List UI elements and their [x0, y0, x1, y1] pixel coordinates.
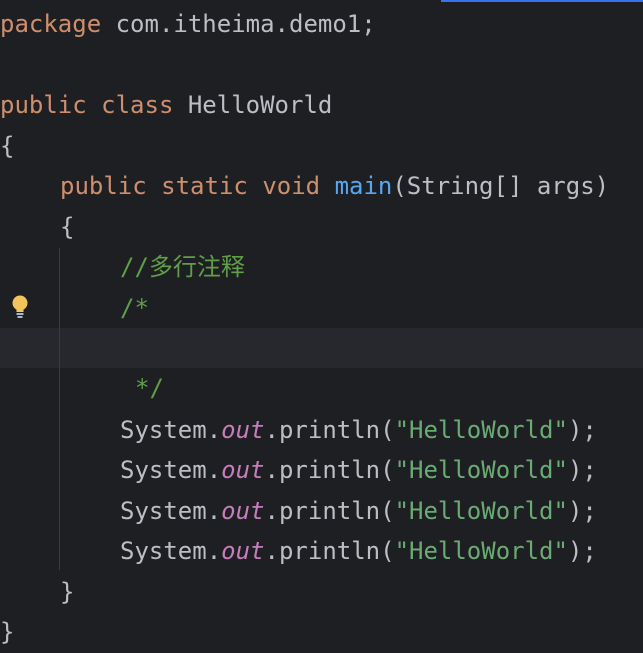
- out-field: out: [221, 416, 265, 444]
- code-line-method-close-brace[interactable]: }: [60, 572, 74, 612]
- keyword-public: public: [60, 172, 147, 200]
- println-call: .println(: [264, 456, 395, 484]
- statement-end: );: [567, 456, 597, 484]
- code-line-main-signature[interactable]: public static void main(String[] args): [60, 166, 609, 206]
- code-line-block-comment-start[interactable]: /*: [120, 288, 149, 328]
- string-literal: "HelloWorld": [394, 416, 568, 444]
- brace: {: [0, 132, 15, 160]
- method-params: (String[] args): [392, 172, 610, 200]
- system-class: System.: [120, 537, 222, 565]
- code-line-class-open-brace[interactable]: {: [0, 126, 14, 166]
- statement-end: );: [567, 416, 597, 444]
- keyword-static: static: [161, 172, 248, 200]
- code-line-println[interactable]: System.out.println("HelloWorld");: [120, 491, 597, 531]
- code-line-single-comment[interactable]: //多行注释: [120, 247, 245, 287]
- block-comment-open: /*: [120, 294, 149, 322]
- method-name: main: [334, 172, 393, 200]
- current-line-highlight: [0, 328, 643, 368]
- block-comment-close: */: [135, 374, 164, 402]
- keyword-public: public: [0, 91, 87, 119]
- code-editor[interactable]: package com.itheima.demo1; public class …: [0, 0, 643, 653]
- code-line-println[interactable]: System.out.println("HelloWorld");: [120, 450, 597, 490]
- code-line-block-comment-end[interactable]: */: [135, 368, 164, 408]
- out-field: out: [221, 497, 265, 525]
- keyword-class: class: [101, 91, 174, 119]
- code-line-method-open-brace[interactable]: {: [60, 207, 74, 247]
- brace: }: [60, 578, 75, 606]
- string-literal: "HelloWorld": [394, 456, 568, 484]
- statement-end: );: [567, 537, 597, 565]
- string-literal: "HelloWorld": [394, 497, 568, 525]
- out-field: out: [221, 537, 265, 565]
- system-class: System.: [120, 456, 222, 484]
- active-tab-indicator: [441, 0, 643, 2]
- system-class: System.: [120, 416, 222, 444]
- println-call: .println(: [264, 416, 395, 444]
- code-line-class-close-brace[interactable]: }: [0, 612, 14, 652]
- keyword-void: void: [262, 172, 321, 200]
- keyword-package: package: [0, 10, 102, 38]
- class-name: HelloWorld: [173, 91, 333, 119]
- statement-end: );: [567, 497, 597, 525]
- code-line-package[interactable]: package com.itheima.demo1;: [0, 4, 376, 44]
- code-line-class-declaration[interactable]: public class HelloWorld: [0, 85, 332, 125]
- string-literal: "HelloWorld": [394, 537, 568, 565]
- package-name: com.itheima.demo1;: [101, 10, 376, 38]
- brace: {: [60, 213, 75, 241]
- out-field: out: [221, 456, 265, 484]
- println-call: .println(: [264, 497, 395, 525]
- system-class: System.: [120, 497, 222, 525]
- lightbulb-icon[interactable]: [10, 294, 30, 320]
- println-call: .println(: [264, 537, 395, 565]
- brace: }: [0, 618, 15, 646]
- code-line-println[interactable]: System.out.println("HelloWorld");: [120, 531, 597, 571]
- indent-guide: [59, 248, 60, 570]
- code-line-println[interactable]: System.out.println("HelloWorld");: [120, 410, 597, 450]
- line-comment: //多行注释: [120, 253, 245, 281]
